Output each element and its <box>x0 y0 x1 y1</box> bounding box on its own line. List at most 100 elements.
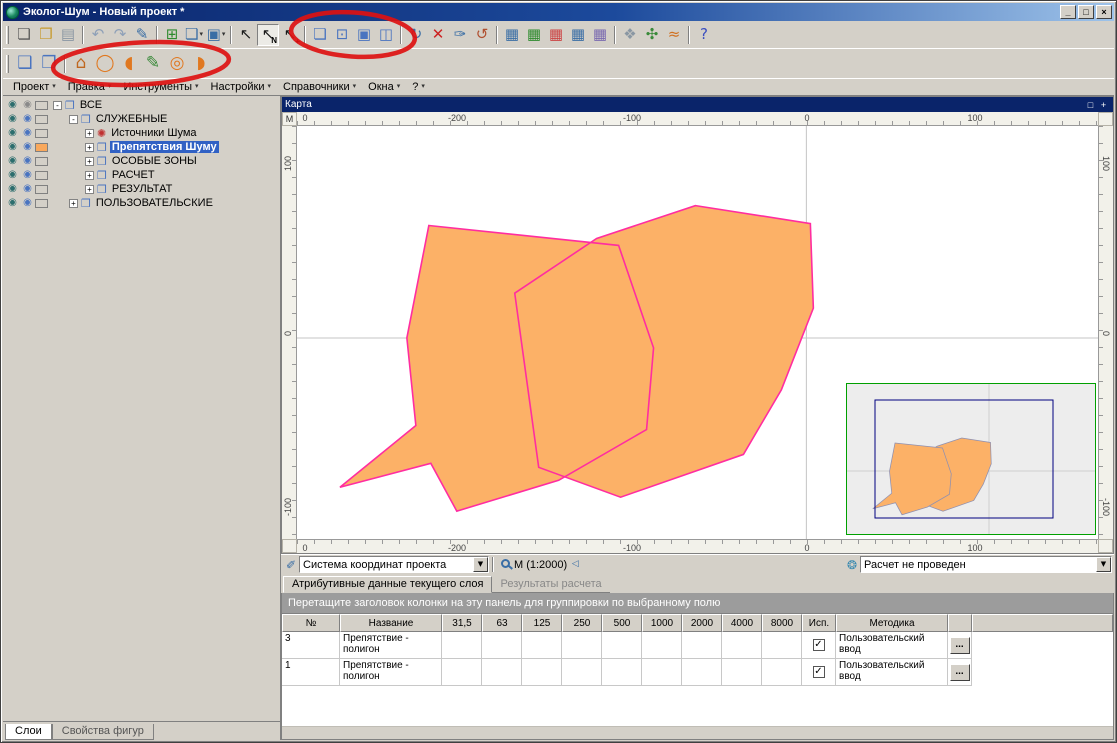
checkbox-icon[interactable]: ✓ <box>813 639 825 651</box>
ellipsis-button[interactable]: ... <box>950 637 970 654</box>
tree-row[interactable]: ◉◉+✺Источники Шума <box>5 126 280 140</box>
expand-icon[interactable]: + <box>85 171 94 180</box>
layer-visibility-icon[interactable]: ◉ <box>5 184 20 194</box>
layer-view-icon[interactable]: ▣▾ <box>205 24 227 46</box>
column-header-13[interactable] <box>948 614 972 632</box>
table-add-row-icon[interactable]: ▦ <box>523 24 545 46</box>
tree-row[interactable]: ◉◉+❒РАСЧЕТ <box>5 168 280 182</box>
table-delete-row-icon[interactable]: ▦ <box>545 24 567 46</box>
draw-rectangle-icon[interactable]: ❏ <box>309 24 331 46</box>
tree-row-label[interactable]: ВСЕ <box>78 99 104 111</box>
delete-shape-icon[interactable]: ✕ <box>427 24 449 46</box>
column-header-3[interactable]: 63 <box>482 614 522 632</box>
layer-display-icon[interactable]: ◉ <box>20 100 35 110</box>
undo-icon[interactable]: ↶ <box>87 24 109 46</box>
layer-color-swatch[interactable] <box>35 185 48 194</box>
layer-visibility-icon[interactable]: ◉ <box>5 142 20 152</box>
layer-visibility-icon[interactable]: ◉ <box>5 198 20 208</box>
column-header-7[interactable]: 1000 <box>642 614 682 632</box>
cell-freq[interactable] <box>722 632 762 659</box>
table-calc-icon[interactable]: ▦ <box>567 24 589 46</box>
map-pin-icon[interactable]: + <box>1097 99 1110 111</box>
layer-color-swatch[interactable] <box>35 101 48 110</box>
map-maximize-icon[interactable]: □ <box>1084 99 1097 111</box>
cell-freq[interactable] <box>522 632 562 659</box>
layer-display-icon[interactable]: ◉ <box>20 142 35 152</box>
scale-options-icon[interactable]: ◁ <box>567 560 583 569</box>
new-file-icon[interactable]: ❏ <box>13 24 35 46</box>
map-canvas[interactable] <box>297 126 1098 539</box>
tree-row-label[interactable]: РАСЧЕТ <box>110 169 157 181</box>
draw-arc-icon[interactable]: ◖ <box>117 52 141 76</box>
tree-row-label[interactable]: Препятствия Шуму <box>110 141 219 153</box>
layer-visibility-icon[interactable]: ◉ <box>5 100 20 110</box>
layer-visibility-icon[interactable]: ◉ <box>5 114 20 124</box>
cell-freq[interactable] <box>442 632 482 659</box>
open-folder-icon[interactable]: ❒ <box>35 24 57 46</box>
column-header-12[interactable]: Методика <box>836 614 948 632</box>
cell-freq[interactable] <box>442 659 482 686</box>
cell-freq[interactable] <box>642 632 682 659</box>
layer-visibility-icon[interactable]: ◉ <box>5 170 20 180</box>
cell-freq[interactable] <box>562 632 602 659</box>
draw-rectangle-dashed-icon[interactable]: ▣ <box>353 24 375 46</box>
cell-freq[interactable] <box>482 632 522 659</box>
print-icon[interactable]: ❑ <box>13 52 37 76</box>
layer-color-swatch[interactable] <box>35 199 48 208</box>
tab-1[interactable]: Результаты расчета <box>492 577 609 593</box>
collapse-icon[interactable]: - <box>53 101 62 110</box>
cell-freq[interactable] <box>722 659 762 686</box>
lasso-icon[interactable]: ↺ <box>471 24 493 46</box>
edit-polygon-icon[interactable]: ✎ <box>141 52 165 76</box>
palette-icon[interactable]: ❖ <box>619 24 641 46</box>
layer-display-icon[interactable]: ◉ <box>20 156 35 166</box>
tree-row[interactable]: ◉◉-❒ВСЕ <box>5 98 280 112</box>
coord-system-combobox[interactable]: Система координат проекта ▼ <box>299 556 489 573</box>
layer-display-icon[interactable]: ◉ <box>20 114 35 124</box>
column-header-10[interactable]: 8000 <box>762 614 802 632</box>
cell-freq[interactable] <box>762 659 802 686</box>
calc-status-combobox[interactable]: Расчет не проведен ▼ <box>860 556 1112 573</box>
menu-item-2[interactable]: Инструменты▾ <box>117 80 204 95</box>
cell-freq[interactable] <box>522 659 562 686</box>
tab-0[interactable]: Атрибутивные данные текущего слоя <box>283 576 492 593</box>
draw-polygon-icon[interactable]: ⌂ <box>69 52 93 76</box>
collapse-icon[interactable]: - <box>69 115 78 124</box>
cell-freq[interactable] <box>642 659 682 686</box>
maximize-button[interactable]: □ <box>1078 5 1094 19</box>
redo-icon[interactable]: ↷ <box>109 24 131 46</box>
edit-pencil-icon[interactable]: ✎ <box>131 24 153 46</box>
horizontal-scrollbar[interactable] <box>282 725 1113 739</box>
add-layer-icon[interactable]: ⊞ <box>161 24 183 46</box>
layer-color-swatch[interactable] <box>35 157 48 166</box>
tab-1[interactable]: Свойства фигур <box>52 724 154 740</box>
expand-icon[interactable]: + <box>85 129 94 138</box>
tree-row-label[interactable]: ПОЛЬЗОВАТЕЛЬСКИЕ <box>94 197 215 209</box>
column-header-9[interactable]: 4000 <box>722 614 762 632</box>
tree-row-label[interactable]: СЛУЖЕБНЫЕ <box>94 113 170 125</box>
noise-chart-icon[interactable]: ≈ <box>663 24 685 46</box>
layer-visibility-icon[interactable]: ◉ <box>5 156 20 166</box>
draw-rectangle-frame-icon[interactable]: ◫ <box>375 24 397 46</box>
expand-icon[interactable]: + <box>85 185 94 194</box>
table-row[interactable]: 1Препятствие - полигон✓Пользовательский … <box>282 659 1113 686</box>
table-row[interactable]: 3Препятствие - полигон✓Пользовательский … <box>282 632 1113 659</box>
tree-row[interactable]: ◉◉+❒РЕЗУЛЬТАТ <box>5 182 280 196</box>
minimap[interactable] <box>846 383 1096 535</box>
checkbox-icon[interactable]: ✓ <box>813 666 825 678</box>
menu-item-1[interactable]: Правка▾ <box>62 80 118 95</box>
column-header-6[interactable]: 500 <box>602 614 642 632</box>
menu-item-3[interactable]: Настройки▾ <box>205 80 277 95</box>
layer-color-swatch[interactable] <box>35 115 48 124</box>
menu-item-4[interactable]: Справочники▾ <box>277 80 362 95</box>
toolbar-grip[interactable] <box>6 55 9 73</box>
tree-row-label[interactable]: РЕЗУЛЬТАТ <box>110 183 174 195</box>
draw-ellipse-icon[interactable]: ◯ <box>93 52 117 76</box>
layer-visibility-icon[interactable]: ◉ <box>5 128 20 138</box>
chevron-down-icon[interactable]: ▾ <box>199 31 203 38</box>
tab-0[interactable]: Слои <box>5 724 52 740</box>
expand-icon[interactable]: + <box>85 143 94 152</box>
layer-display-icon[interactable]: ◉ <box>20 198 35 208</box>
cell-freq[interactable] <box>682 632 722 659</box>
settings-icon[interactable]: ✣ <box>641 24 663 46</box>
